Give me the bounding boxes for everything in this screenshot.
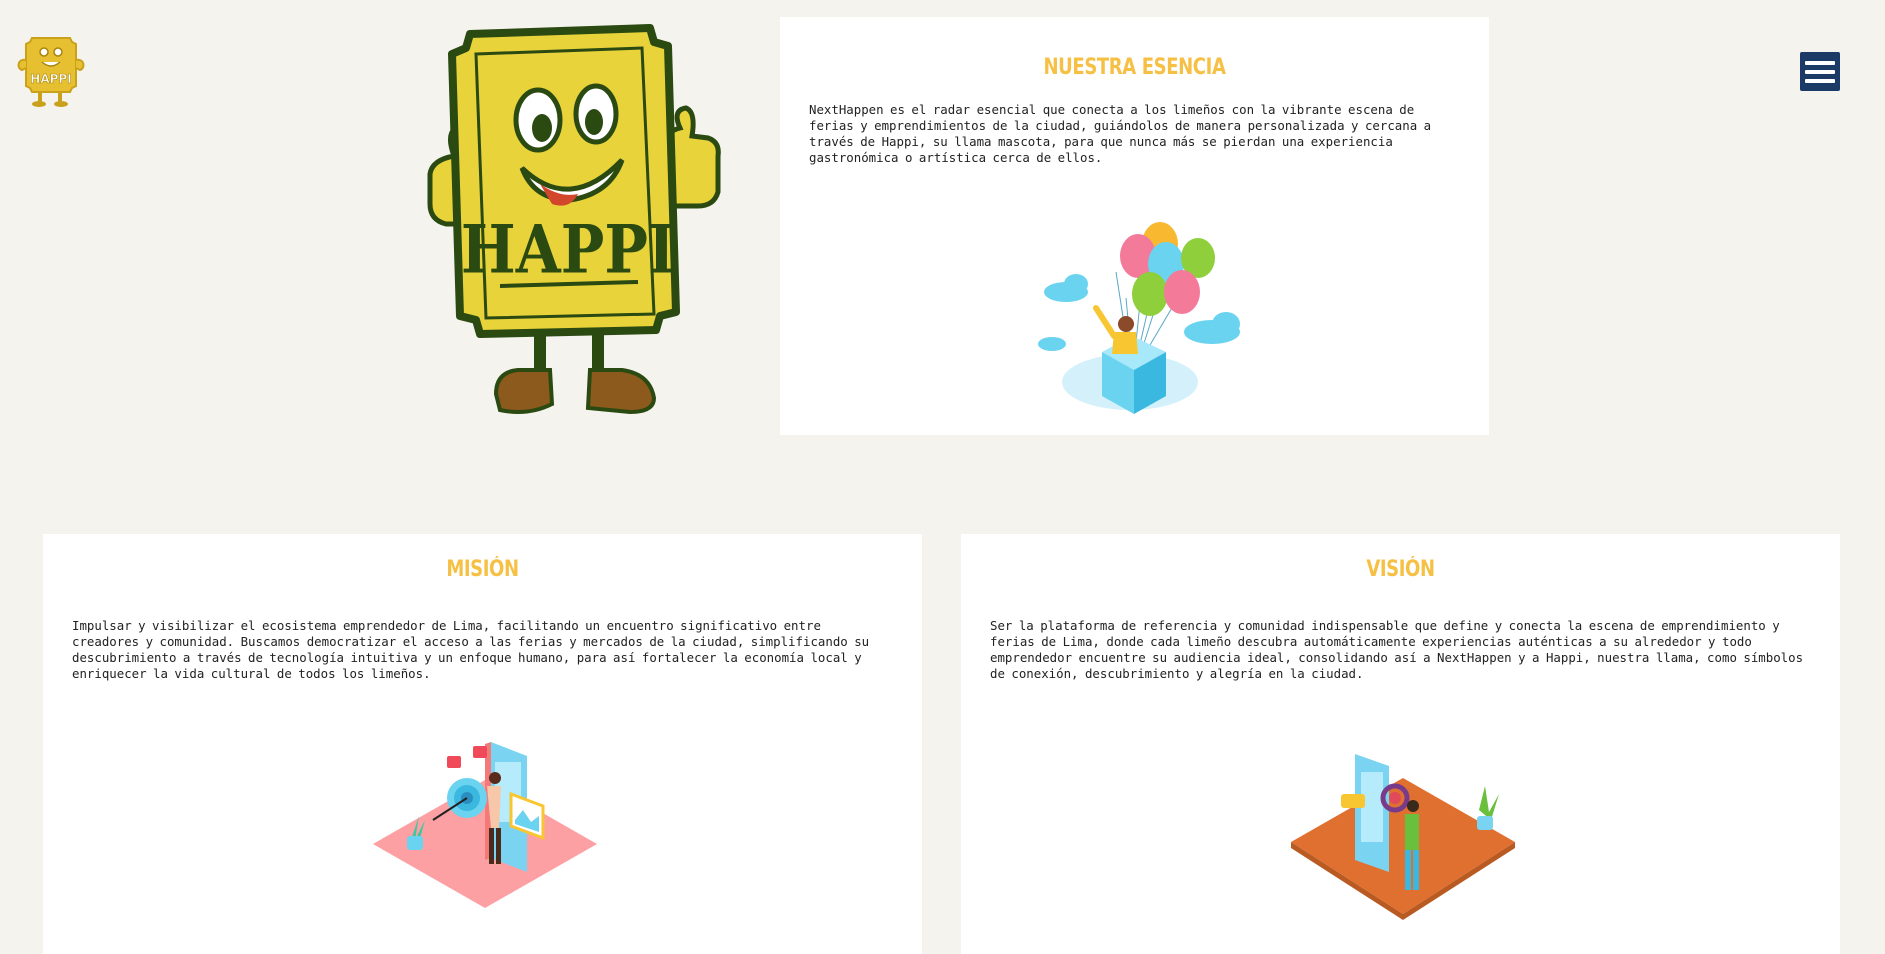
balloons-illustration (1030, 202, 1250, 422)
menu-button[interactable] (1800, 52, 1840, 91)
vision-card: VISIÓN Ser la plataforma de referencia y… (961, 534, 1840, 954)
hamburger-icon-line (1805, 60, 1835, 65)
search-illustration (1285, 750, 1521, 930)
mision-card: MISIÓN Impulsar y visibilizar el ecosist… (43, 534, 922, 954)
esencia-body: NextHappen es el radar esencial que cone… (809, 102, 1432, 165)
happi-logo[interactable]: HAPPI (14, 34, 86, 108)
target-illustration (367, 732, 603, 914)
hamburger-icon-line (1805, 78, 1835, 83)
esencia-card: NUESTRA ESENCIA NextHappen es el radar e… (780, 17, 1489, 435)
hamburger-icon-line (1805, 69, 1835, 74)
mascot-illustration: HAPPI (410, 24, 730, 432)
vision-body: Ser la plataforma de referencia y comuni… (990, 618, 1804, 681)
mision-body: Impulsar y visibilizar el ecosistema emp… (72, 618, 870, 681)
mascot-text: HAPPI (461, 209, 675, 288)
mision-title: MISIÓN (446, 557, 519, 582)
esencia-title: NUESTRA ESENCIA (1043, 55, 1226, 80)
logo-text: HAPPI (30, 72, 71, 86)
vision-title: VISIÓN (1366, 557, 1435, 582)
